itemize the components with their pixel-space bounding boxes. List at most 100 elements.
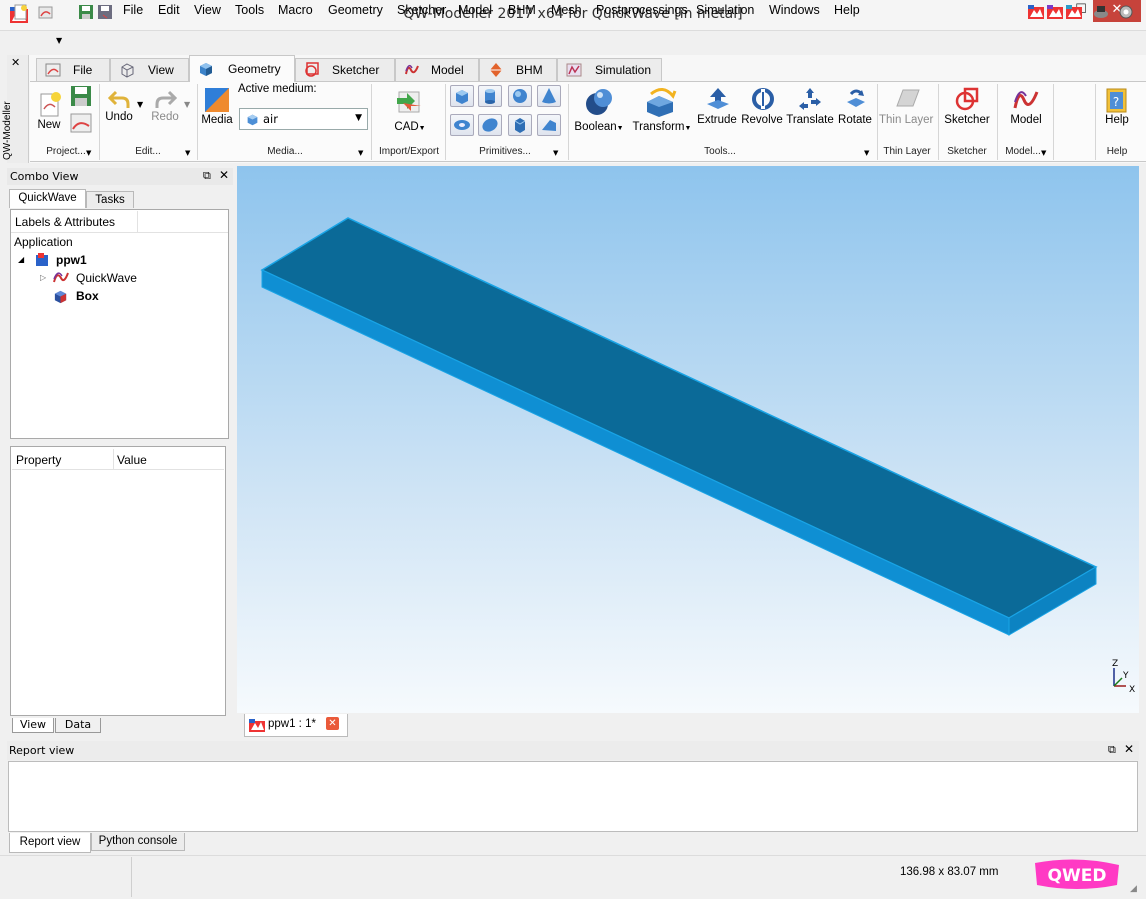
boolean-dropdown-icon[interactable]: ▼ [617,125,624,132]
tab-python-console[interactable]: Python console [91,833,185,851]
menu-windows[interactable]: Windows [769,3,820,17]
tab-geometry[interactable]: Geometry [189,55,295,82]
primitives-group-dropdown-icon[interactable]: ▼ [553,149,558,157]
save-as-icon[interactable] [97,4,113,20]
tree-item-box[interactable]: Box [76,289,99,303]
menu-model[interactable]: Model [458,3,492,17]
3d-viewport[interactable]: Z Y X [237,166,1139,713]
active-medium-select[interactable]: air ▼ [239,108,368,130]
open-dropdown-icon[interactable]: ▼ [56,36,62,45]
menu-file[interactable]: File [123,3,143,17]
edit-group-label[interactable]: Edit... [128,146,168,157]
menu-simulation[interactable]: Simulation [696,3,754,17]
ribbon-close-icon[interactable]: ✕ [11,56,20,69]
undo-button[interactable]: Undo [103,111,135,123]
close-tab-icon[interactable]: ✕ [326,717,339,730]
open-file-icon[interactable] [38,4,54,20]
save-icon[interactable] [78,4,94,20]
new-button[interactable]: New [34,119,64,131]
qw-editor-icon[interactable] [1028,4,1044,20]
rotate-icon[interactable] [843,86,869,112]
media-group-label[interactable]: Media... [250,146,320,157]
boolean-button[interactable]: Boolean▼ [574,121,624,133]
report-output[interactable] [8,761,1138,832]
project-group-dropdown-icon[interactable]: ▼ [86,149,91,157]
collapse-arrow-icon[interactable]: ▷ [40,273,46,282]
tab-bhm[interactable]: BHM [479,58,557,81]
primitive-wedge-button[interactable] [537,114,561,136]
cad-dropdown-icon[interactable]: ▼ [419,125,426,132]
qw-gear-icon[interactable] [1118,4,1134,20]
new-project-icon[interactable] [39,91,63,117]
sketcher-button[interactable]: Sketcher [943,114,991,126]
tab-report-view[interactable]: Report view [9,833,91,853]
tab-model[interactable]: Model [395,58,479,81]
tab-tasks[interactable]: Tasks [86,191,134,208]
extrude-icon[interactable] [705,86,731,112]
primitive-ellipsoid-button[interactable] [478,114,502,136]
rotate-button[interactable]: Rotate [835,114,875,126]
document-tab[interactable]: ppw1 : 1* ✕ [244,714,348,737]
tab-simulation[interactable]: Simulation [557,58,662,81]
media-button[interactable]: Media [200,114,234,126]
tab-file[interactable]: File [36,58,110,81]
menu-bhm[interactable]: BHM [508,3,536,17]
resize-grip-icon[interactable]: ◢ [1130,884,1137,894]
close-report-icon[interactable]: ✕ [1124,742,1134,756]
boolean-icon[interactable] [583,86,615,118]
model-button[interactable]: Model [1004,114,1048,126]
expand-arrow-icon[interactable]: ◢ [18,255,24,264]
model-group-dropdown-icon[interactable]: ▼ [1041,149,1046,157]
transform-dropdown-icon[interactable]: ▼ [685,125,692,132]
transform-button[interactable]: Transform▼ [632,121,692,133]
media-icon[interactable] [204,87,230,113]
revolve-icon[interactable] [750,86,776,112]
primitive-sphere-button[interactable] [508,85,532,107]
qw-tool-icon[interactable] [1093,4,1109,20]
qw-simulator-icon[interactable] [1047,4,1063,20]
undo-dropdown-icon[interactable]: ▼ [137,100,143,109]
primitives-group-label[interactable]: Primitives... [470,146,540,157]
undo-icon[interactable] [108,88,130,110]
tree-item-quickwave[interactable]: QuickWave [76,271,137,285]
primitive-box-button[interactable] [450,85,474,107]
new-file-icon[interactable] [13,4,29,20]
tools-group-label[interactable]: Tools... [690,146,750,157]
menu-geometry[interactable]: Geometry [328,3,383,17]
menu-postprocessings[interactable]: Postprocessings [596,3,688,17]
tab-data-properties[interactable]: Data [55,718,101,733]
menu-view[interactable]: View [194,3,221,17]
menu-sketcher[interactable]: Sketcher [397,3,446,17]
menu-tools[interactable]: Tools [235,3,264,17]
chevron-down-icon[interactable]: ▼ [355,113,362,123]
menu-mesh[interactable]: Mesh [551,3,582,17]
translate-button[interactable]: Translate [786,114,834,126]
tab-view-properties[interactable]: View [12,718,54,733]
menu-help[interactable]: Help [834,3,860,17]
tab-quickwave[interactable]: QuickWave [9,189,86,208]
tab-view[interactable]: View [110,58,189,81]
save-project-icon[interactable] [70,85,92,107]
tools-group-dropdown-icon[interactable]: ▼ [864,149,869,157]
property-column-header[interactable]: Property [16,453,61,467]
menu-edit[interactable]: Edit [158,3,180,17]
edit-group-dropdown-icon[interactable]: ▼ [185,149,190,157]
transform-icon[interactable] [643,86,679,118]
project-settings-icon[interactable] [70,112,92,134]
undock-report-icon[interactable]: ⧉ [1108,743,1116,757]
tab-sketcher[interactable]: Sketcher [295,58,395,81]
cad-icon[interactable] [393,86,425,118]
extrude-button[interactable]: Extrude [696,114,738,126]
sketcher-button-icon[interactable] [953,86,981,114]
tree-header-label[interactable]: Labels & Attributes [15,215,115,229]
tree-item-ppw1[interactable]: ppw1 [56,253,87,267]
primitive-cone-button[interactable] [537,85,561,107]
primitive-prism-button[interactable] [508,114,532,136]
qw-view-icon[interactable] [1066,4,1082,20]
3d-scene[interactable] [237,166,1139,713]
value-column-header[interactable]: Value [117,453,147,467]
help-book-icon[interactable]: ? [1104,86,1130,114]
primitive-torus-button[interactable] [450,114,474,136]
cad-button[interactable]: CAD▼ [390,121,430,133]
model-button-icon[interactable] [1012,86,1040,114]
